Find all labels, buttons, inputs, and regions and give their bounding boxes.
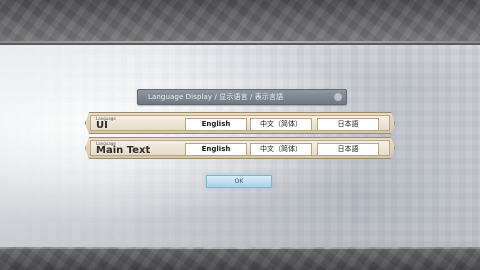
bottom-bar xyxy=(0,247,480,270)
main-text-option-english[interactable]: English xyxy=(185,143,247,156)
ui-language-row: Language UI English 中文（简体） 日本語 xyxy=(85,112,395,134)
main-text-language-row: Language Main Text English 中文（简体） 日本語 xyxy=(85,137,395,159)
row-name-main-text: Main Text xyxy=(96,145,151,156)
ui-option-japanese[interactable]: 日本語 xyxy=(317,118,379,131)
dialog-title-bar: Language Display / 显示语言 / 表示言語 xyxy=(137,89,347,105)
close-icon[interactable] xyxy=(334,93,342,101)
ok-button[interactable]: OK xyxy=(206,175,272,188)
main-text-option-japanese[interactable]: 日本語 xyxy=(317,143,379,156)
ui-option-english[interactable]: English xyxy=(185,118,247,131)
row-name-ui: UI xyxy=(96,120,108,131)
ui-option-chinese[interactable]: 中文（简体） xyxy=(250,118,312,131)
main-text-option-chinese[interactable]: 中文（简体） xyxy=(250,143,312,156)
top-bar xyxy=(0,0,480,43)
dialog-title: Language Display / 显示语言 / 表示言語 xyxy=(148,93,284,101)
